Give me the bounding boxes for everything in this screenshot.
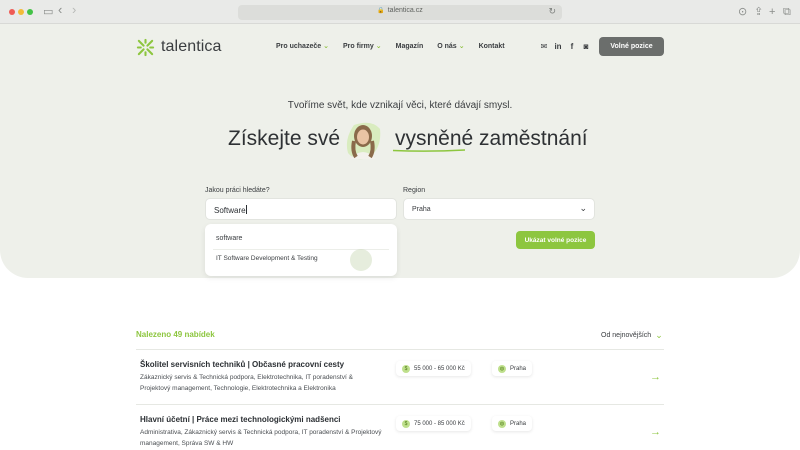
- location-chip: ◍ Praha: [492, 416, 533, 431]
- browser-toolbar: ▭ ‹ › 🔒 talentica.cz ↻ ⊙ ⇪ + ⧉: [0, 0, 800, 24]
- results-count: Nalezeno 49 nabídek: [136, 330, 215, 339]
- nav-label: Pro uchazeče: [276, 42, 322, 50]
- arrow-right-icon[interactable]: →: [650, 426, 661, 438]
- divider: [136, 404, 664, 405]
- region-select[interactable]: Praha ⌄: [403, 198, 595, 220]
- new-tab-icon[interactable]: +: [769, 5, 775, 19]
- nav-item-o-nas[interactable]: O nás ⌄: [437, 42, 465, 51]
- pointer-highlight: [350, 249, 372, 271]
- hero-section: talentica Pro uchazeče ⌄ Pro firmy ⌄ Magaz…: [0, 24, 800, 278]
- arrow-right-icon[interactable]: →: [650, 371, 661, 383]
- show-positions-button[interactable]: Ukázat volné pozice: [516, 231, 595, 249]
- globe-icon: ◍: [498, 364, 506, 373]
- salary-chip: $55 000 - 65 000 Kč: [396, 361, 471, 376]
- lock-icon: 🔒: [377, 8, 385, 14]
- location-chip: ◍ Praha: [492, 361, 533, 376]
- hero-headline-right: vysněné zaměstnání: [395, 127, 588, 150]
- download-icon[interactable]: ⊙: [738, 5, 747, 19]
- sort-label: Od nejnovějších: [601, 332, 652, 339]
- job-categories: Zákaznický servis & Technická podpora, E…: [140, 374, 353, 392]
- open-positions-button[interactable]: Volné pozice: [599, 37, 664, 56]
- sidebar-toggle-icon[interactable]: ▭: [43, 5, 53, 19]
- hero-tagline: Tvoříme svět, kde vznikají věci, které d…: [287, 100, 513, 111]
- social-links: ✉ in f ◙: [540, 42, 590, 51]
- job-search-label: Jakou práci hledáte?: [205, 187, 270, 194]
- job-title[interactable]: Hlavní účetní | Práce mezi technologický…: [140, 415, 341, 424]
- facebook-icon[interactable]: f: [568, 42, 576, 51]
- chevron-down-icon: ⌄: [323, 43, 330, 50]
- linkedin-icon[interactable]: in: [554, 42, 562, 51]
- chevron-down-icon: ⌄: [375, 43, 382, 50]
- suggestion-item[interactable]: IT Software Development & Testing: [216, 255, 318, 262]
- nav-item-pro-uchazece[interactable]: Pro uchazeče ⌄: [276, 42, 330, 51]
- job-search-input[interactable]: Software: [205, 198, 397, 220]
- salary-value: 55 000 - 65 000 Kč: [414, 365, 465, 372]
- reload-icon[interactable]: ↻: [548, 6, 556, 17]
- nav-item-kontakt[interactable]: Kontakt: [479, 42, 505, 50]
- salary-value: 75 000 - 85 000 Kč: [414, 420, 465, 427]
- chevron-down-icon: ⌄: [579, 203, 587, 213]
- person-avatar: [346, 122, 381, 160]
- text-cursor: [245, 205, 247, 214]
- mail-icon[interactable]: ✉: [540, 42, 548, 51]
- nav-item-pro-firmy[interactable]: Pro firmy ⌄: [343, 42, 382, 51]
- globe-icon: ◍: [498, 419, 506, 428]
- back-icon[interactable]: ‹: [58, 3, 62, 17]
- sort-dropdown[interactable]: Od nejnovějších ⌄: [601, 330, 663, 341]
- headline-underline: [393, 149, 465, 152]
- job-title[interactable]: Školitel servisních techniků | Občasné p…: [140, 360, 344, 369]
- nav-label: Pro firmy: [343, 42, 374, 50]
- money-icon: $: [402, 364, 410, 373]
- nav-label: Kontakt: [478, 42, 505, 50]
- brand-name: talentica: [161, 38, 222, 55]
- salary-chip: $75 000 - 85 000 Kč: [396, 416, 471, 431]
- chevron-down-icon: ⌄: [655, 330, 663, 340]
- instagram-icon[interactable]: ◙: [582, 42, 590, 51]
- maximize-window-button[interactable]: [27, 9, 33, 15]
- nav-label: Magazín: [395, 42, 424, 50]
- brand-logo[interactable]: talentica: [136, 37, 222, 57]
- address-bar[interactable]: 🔒 talentica.cz ↻: [238, 5, 562, 20]
- main-nav: Pro uchazeče ⌄ Pro firmy ⌄ Magazín O nás ⌄ …: [276, 42, 519, 51]
- job-categories: Administrativa, Zákaznický servis & Tech…: [140, 429, 382, 447]
- region-label: Region: [403, 187, 426, 194]
- tab-overview-icon[interactable]: ⧉: [783, 5, 791, 19]
- nav-item-magazin[interactable]: Magazín: [396, 42, 424, 50]
- region-value: Praha: [412, 206, 431, 213]
- share-icon[interactable]: ⇪: [754, 5, 763, 19]
- suggestion-item[interactable]: software: [216, 235, 242, 242]
- money-icon: $: [402, 419, 410, 428]
- chevron-down-icon: ⌄: [458, 43, 465, 50]
- location-value: Praha: [510, 420, 527, 427]
- url-text: talentica.cz: [387, 7, 423, 14]
- hero-headline-left: Získejte své: [228, 127, 341, 150]
- forward-icon[interactable]: ›: [72, 3, 76, 17]
- location-value: Praha: [510, 365, 527, 372]
- nav-label: O nás: [437, 42, 457, 50]
- minimize-window-button[interactable]: [18, 9, 24, 15]
- job-search-value: Software: [214, 206, 246, 215]
- divider: [136, 349, 664, 350]
- close-window-button[interactable]: [9, 9, 15, 15]
- search-suggestions: software IT Software Development & Testi…: [205, 224, 397, 276]
- talentica-logo-icon: [136, 38, 155, 56]
